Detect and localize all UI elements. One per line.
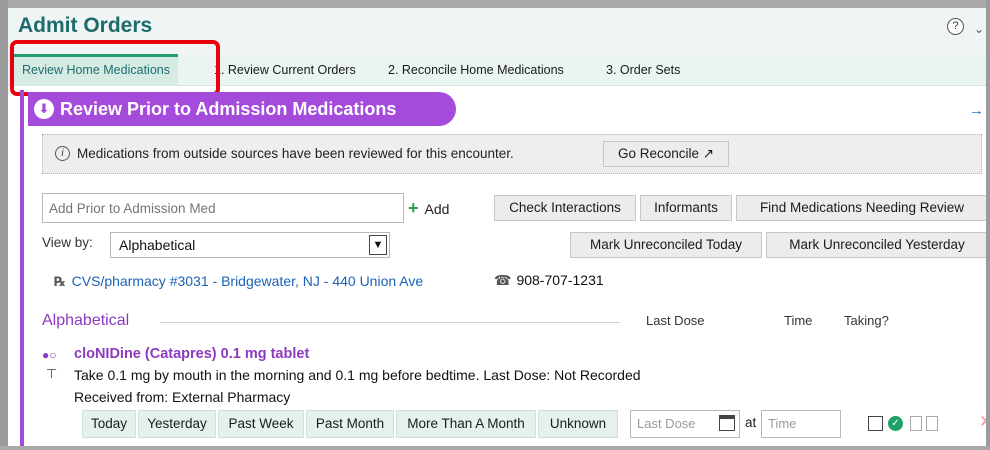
help-icon[interactable]: ? — [947, 18, 964, 35]
go-reconcile-button[interactable]: Go Reconcile ↗ — [603, 141, 729, 167]
pharmacy-link[interactable]: CVS/pharmacy #3031 - Bridgewater, NJ - 4… — [72, 273, 423, 289]
column-last-dose: Last Dose — [646, 313, 705, 328]
phone-icon: ☎ — [494, 272, 512, 288]
arrow-right-icon[interactable]: → — [969, 102, 984, 119]
page-title: Admit Orders — [18, 14, 153, 37]
close-icon[interactable]: ✕ — [979, 412, 986, 432]
medication-name[interactable]: cloNIDine (Catapres) 0.1 mg tablet — [74, 346, 309, 362]
view-by-select[interactable]: Alphabetical ▼ — [110, 232, 390, 258]
banner-text: Medications from outside sources have be… — [77, 146, 514, 161]
outer-frame-right — [986, 0, 990, 450]
dose-today-button[interactable]: Today — [82, 410, 136, 438]
tab-review-current-orders[interactable]: 1. Review Current Orders — [214, 54, 356, 86]
mark-unreconciled-today-button[interactable]: Mark Unreconciled Today — [570, 232, 762, 258]
dose-past-week-button[interactable]: Past Week — [218, 410, 304, 438]
highlight-annotation — [10, 40, 220, 96]
find-medications-button[interactable]: Find Medications Needing Review — [736, 195, 986, 221]
chevron-down-icon: ▼ — [369, 235, 387, 255]
mark-unreconciled-yesterday-button[interactable]: Mark Unreconciled Yesterday — [766, 232, 986, 258]
add-button-label: Add — [424, 201, 450, 217]
chevron-down-icon[interactable]: ⌄ — [974, 22, 984, 36]
dose-yesterday-button[interactable]: Yesterday — [138, 410, 216, 438]
plus-icon: + — [408, 198, 419, 218]
pill-bottle-icon: ⬇ — [34, 99, 54, 119]
tab-reconcile-home-medications[interactable]: 2. Reconcile Home Medications — [388, 54, 564, 86]
patient-comment-icon: ●○ — [42, 348, 57, 362]
admit-orders-window: Admit Orders ? ⌄ Review Home Medications… — [8, 8, 986, 446]
column-taking: Taking? — [844, 313, 889, 328]
pharmacy-phone: ☎ 908-707-1231 — [494, 272, 604, 289]
column-time: Time — [784, 313, 813, 328]
info-icon: i — [55, 146, 70, 161]
time-placeholder: Time — [768, 416, 797, 431]
time-input[interactable]: Time — [761, 410, 841, 438]
checkmark-icon[interactable]: ✓ — [888, 416, 903, 431]
last-dose-placeholder: Last Dose — [637, 416, 696, 431]
view-by-value: Alphabetical — [119, 237, 196, 253]
medication-source: Received from: External Pharmacy — [74, 389, 291, 405]
add-medication-input[interactable] — [42, 193, 404, 223]
pin-icon: ⊤ — [46, 366, 58, 381]
dose-more-than-month-button[interactable]: More Than A Month — [396, 410, 536, 438]
dose-past-month-button[interactable]: Past Month — [306, 410, 394, 438]
outer-frame-bottom — [0, 446, 990, 450]
last-dose-input[interactable]: Last Dose — [630, 410, 740, 438]
phone-number: 908-707-1231 — [516, 272, 604, 288]
section-header: ⬇ Review Prior to Admission Medications — [28, 92, 456, 126]
calendar-icon[interactable] — [719, 415, 735, 431]
dose-unknown-button[interactable]: Unknown — [538, 410, 618, 438]
review-banner: i Medications from outside sources have … — [42, 134, 982, 174]
pharmacy-row: ℞ CVS/pharmacy #3031 - Bridgewater, NJ - … — [54, 273, 423, 290]
medications-panel: ⬇ Review Prior to Admission Medications … — [20, 90, 986, 446]
tab-order-sets[interactable]: 3. Order Sets — [606, 54, 680, 86]
outer-frame-left — [0, 0, 8, 450]
heading-divider — [160, 322, 620, 323]
document-icon[interactable] — [910, 416, 922, 431]
list-heading: Alphabetical — [42, 312, 130, 329]
informants-button[interactable]: Informants — [640, 195, 732, 221]
check-interactions-button[interactable]: Check Interactions — [494, 195, 636, 221]
add-button[interactable]: + Add — [408, 193, 474, 223]
view-by-label: View by: — [42, 235, 93, 250]
at-label: at — [745, 415, 757, 430]
document-copy-icon[interactable] — [926, 416, 938, 431]
taking-checkbox[interactable] — [868, 416, 883, 431]
medication-sig: Take 0.1 mg by mouth in the morning and … — [74, 367, 641, 383]
section-title: Review Prior to Admission Medications — [60, 99, 397, 119]
rx-icon: ℞ — [54, 274, 66, 289]
